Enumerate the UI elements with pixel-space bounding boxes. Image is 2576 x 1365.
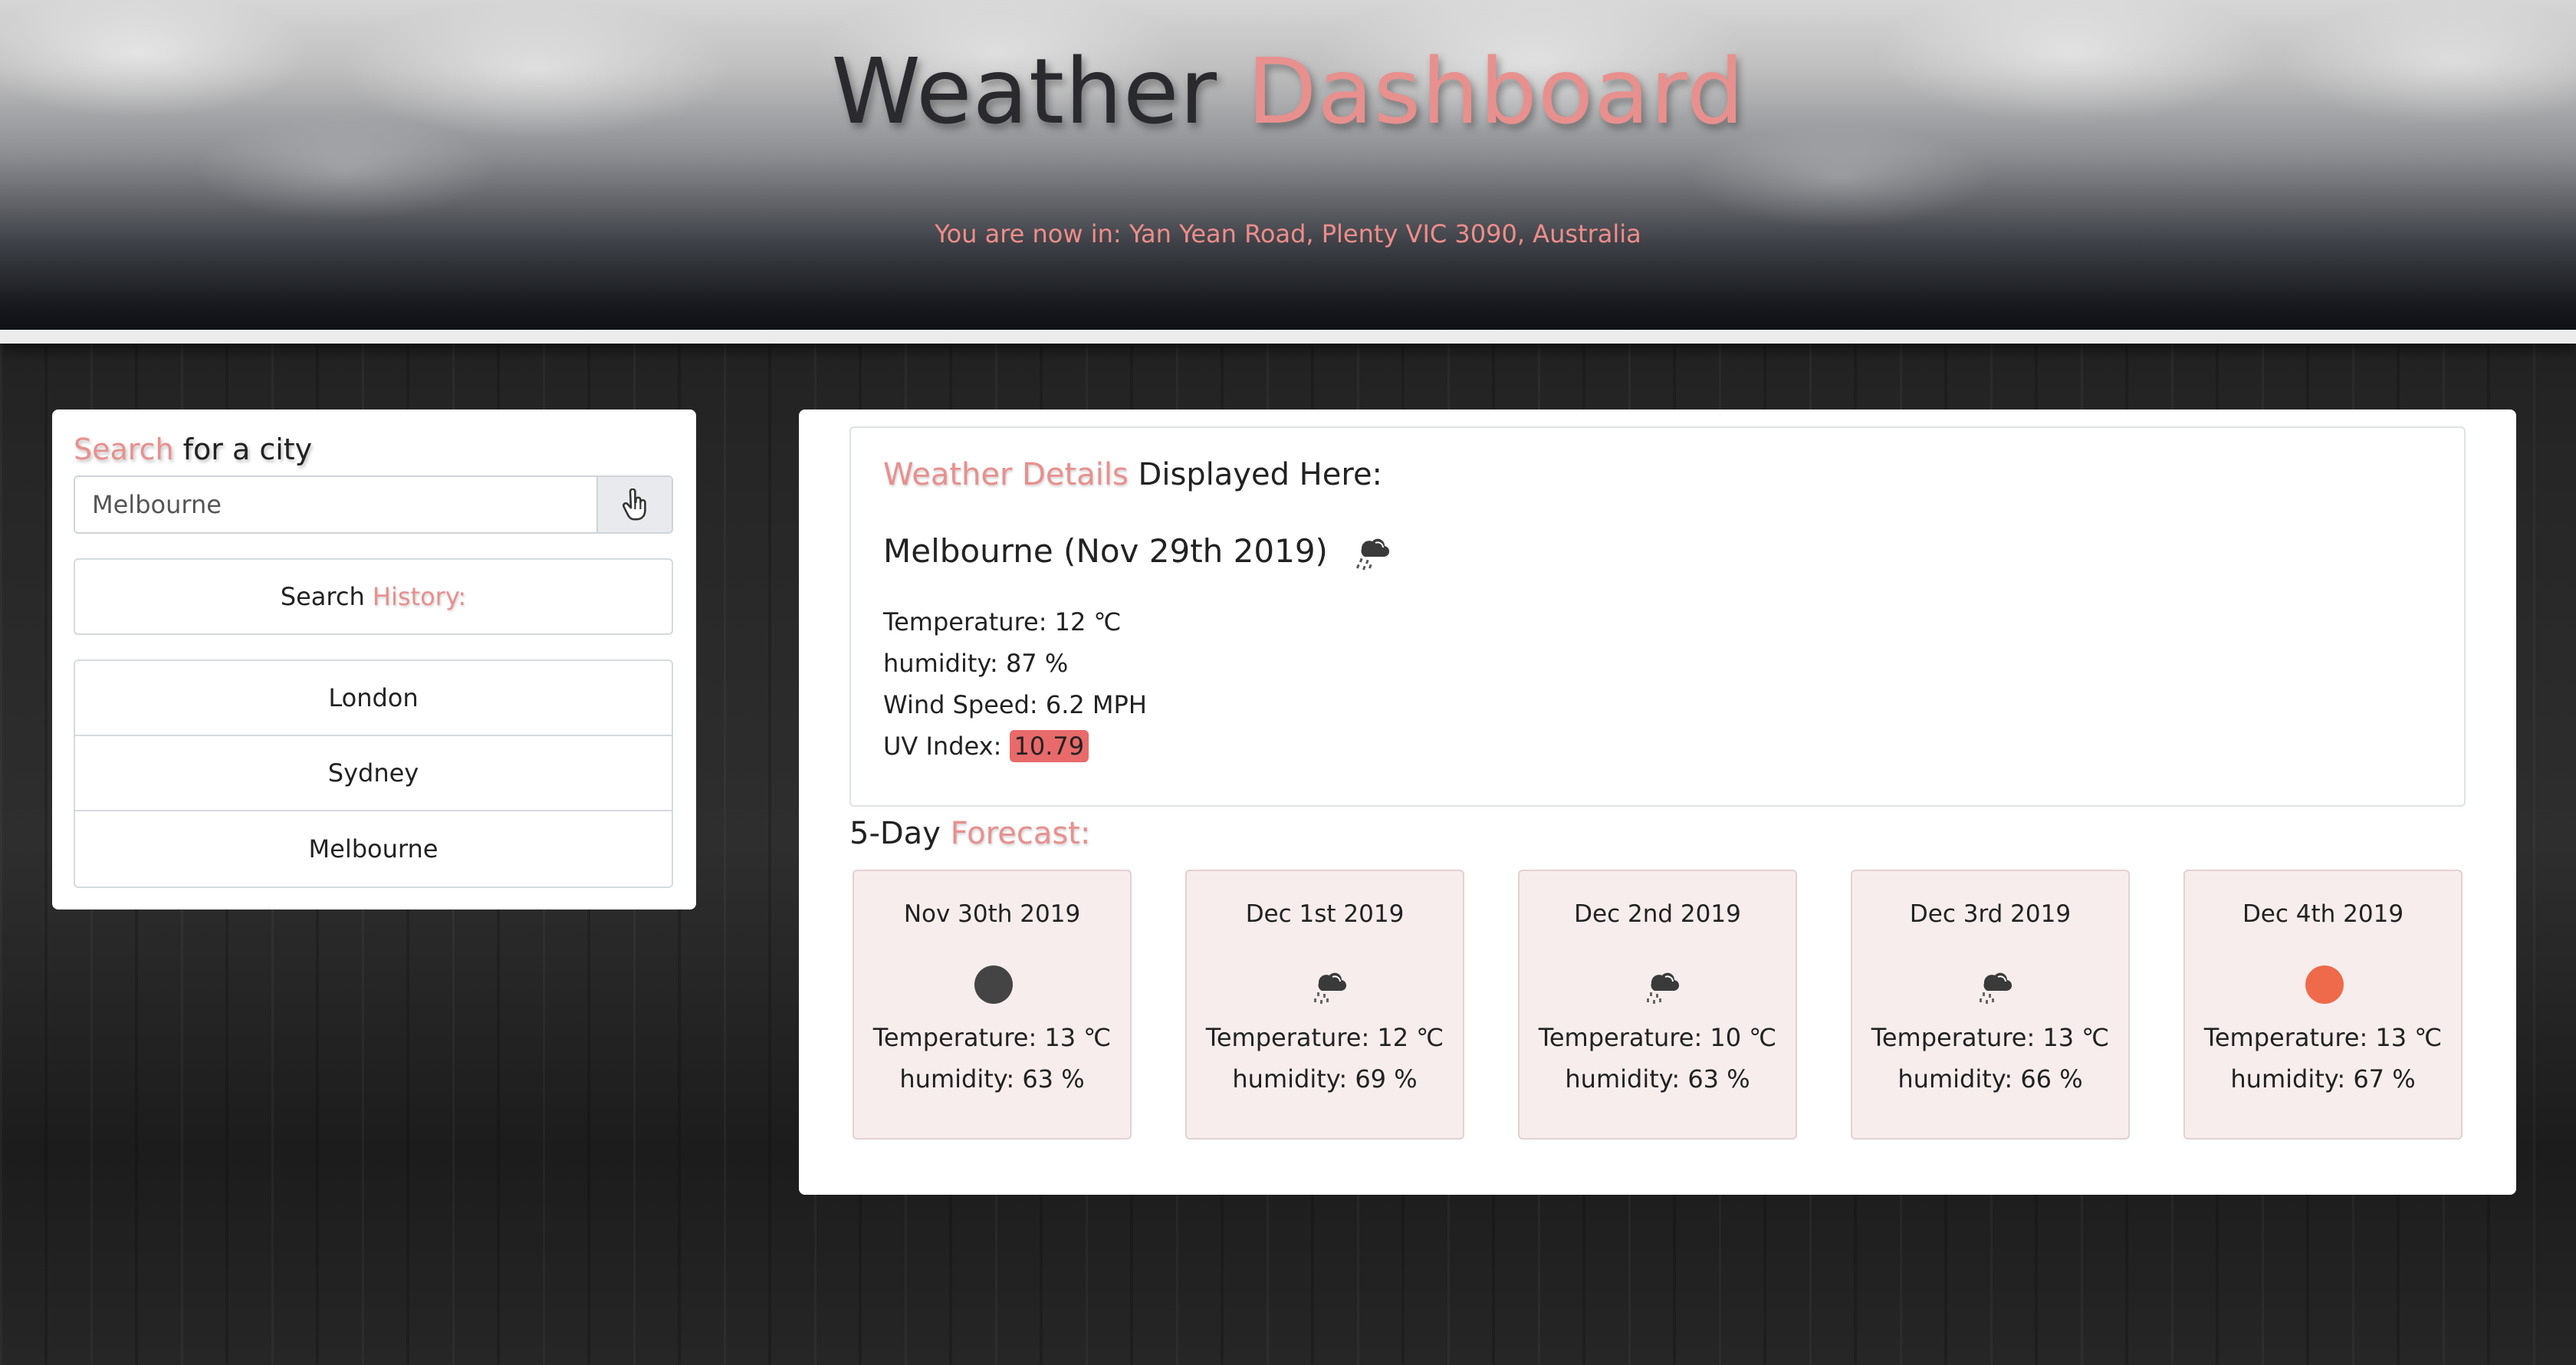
forecast-card: Dec 1st 2019 Temperature: 12 ℃ humidity:… [1185,870,1464,1140]
forecast-temperature: Temperature: 12 ℃ [1205,1023,1444,1052]
current-humidity: humidity: 87 % [883,649,1069,678]
rain-cloud-icon [1355,538,1389,571]
forecast-date: Dec 2nd 2019 [1574,900,1741,928]
search-heading-accent: Search [74,433,174,466]
details-heading-accent: Weather Details [883,457,1129,492]
search-history-header: Search History: [74,558,673,635]
uv-badge: 10.79 [1009,730,1089,762]
current-wind-speed: Wind Speed: 6.2 MPH [883,690,1147,719]
forecast-heading-accent: Forecast: [950,816,1091,851]
history-label-accent: History: [372,582,467,611]
dark-circle-icon [974,965,1013,1004]
forecast-date: Dec 3rd 2019 [1909,900,2072,928]
current-weather-card: Weather Details Displayed Here: Melbourn… [849,426,2466,807]
details-heading: Weather Details Displayed Here: [883,457,1382,492]
search-bar [74,475,673,534]
forecast-temperature: Temperature: 13 ℃ [872,1023,1112,1052]
forecast-date: Dec 4th 2019 [2242,900,2404,928]
forecast-heading: 5-Day Forecast: [849,816,1090,851]
forecast-date: Dec 1st 2019 [1245,900,1405,928]
title-main: Weather [831,38,1218,144]
current-location: You are now in: Yan Yean Road, Plenty VI… [935,219,1641,248]
current-temperature: Temperature: 12 ℃ [883,607,1122,636]
city-date-line: Melbourne (Nov 29th 2019) [883,526,1394,575]
header-banner: Weather Dashboard You are now in: Yan Ye… [0,0,2576,344]
sun-circle-icon [2305,965,2344,1004]
forecast-heading-main: 5-Day [849,816,951,851]
history-label: Search [280,582,365,611]
history-item[interactable]: Sydney [75,736,672,811]
forecast-card: Nov 30th 2019 Temperature: 13 ℃ humidity… [853,870,1132,1140]
current-uv-index: UV Index: 10.79 [883,730,1089,762]
page-title: Weather Dashboard [0,38,2576,144]
search-button[interactable] [596,477,672,532]
forecast-humidity: humidity: 63 % [899,1064,1085,1094]
forecast-humidity: humidity: 66 % [1898,1064,2083,1094]
forecast-temperature: Temperature: 13 ℃ [1871,1023,2110,1052]
search-panel: Search for a city Search History: London… [52,410,696,909]
title-accent: Dashboard [1247,38,1745,144]
forecast-humidity: humidity: 67 % [2230,1064,2416,1094]
search-input[interactable] [75,477,596,532]
forecast-card: Dec 2nd 2019 Temperature: 10 ℃ humidity:… [1518,870,1797,1140]
forecast-humidity: humidity: 63 % [1565,1064,1750,1094]
forecast-humidity: humidity: 69 % [1232,1064,1418,1094]
pointer-hand-icon [622,488,646,521]
weather-panel: Weather Details Displayed Here: Melbourn… [799,410,2516,1195]
forecast-date: Nov 30th 2019 [903,900,1081,928]
rain-cloud-icon [1647,972,1680,1004]
history-item[interactable]: London [75,661,672,736]
rain-cloud-icon [1314,972,1347,1004]
uv-label: UV Index: [883,732,1010,761]
search-heading-rest: for a city [173,433,313,466]
rain-cloud-icon [1980,972,2013,1004]
forecast-temperature: Temperature: 10 ℃ [1538,1023,1777,1052]
forecast-card: Dec 3rd 2019 Temperature: 13 ℃ humidity:… [1851,870,2130,1140]
history-item[interactable]: Melbourne [75,811,672,886]
forecast-card: Dec 4th 2019 Temperature: 13 ℃ humidity:… [2183,870,2463,1140]
forecast-temperature: Temperature: 13 ℃ [2203,1023,2443,1052]
city-date: Melbourne (Nov 29th 2019) [883,531,1328,570]
details-heading-rest: Displayed Here: [1128,457,1383,492]
search-heading: Search for a city [74,425,675,474]
search-history-list: London Sydney Melbourne [74,659,673,888]
